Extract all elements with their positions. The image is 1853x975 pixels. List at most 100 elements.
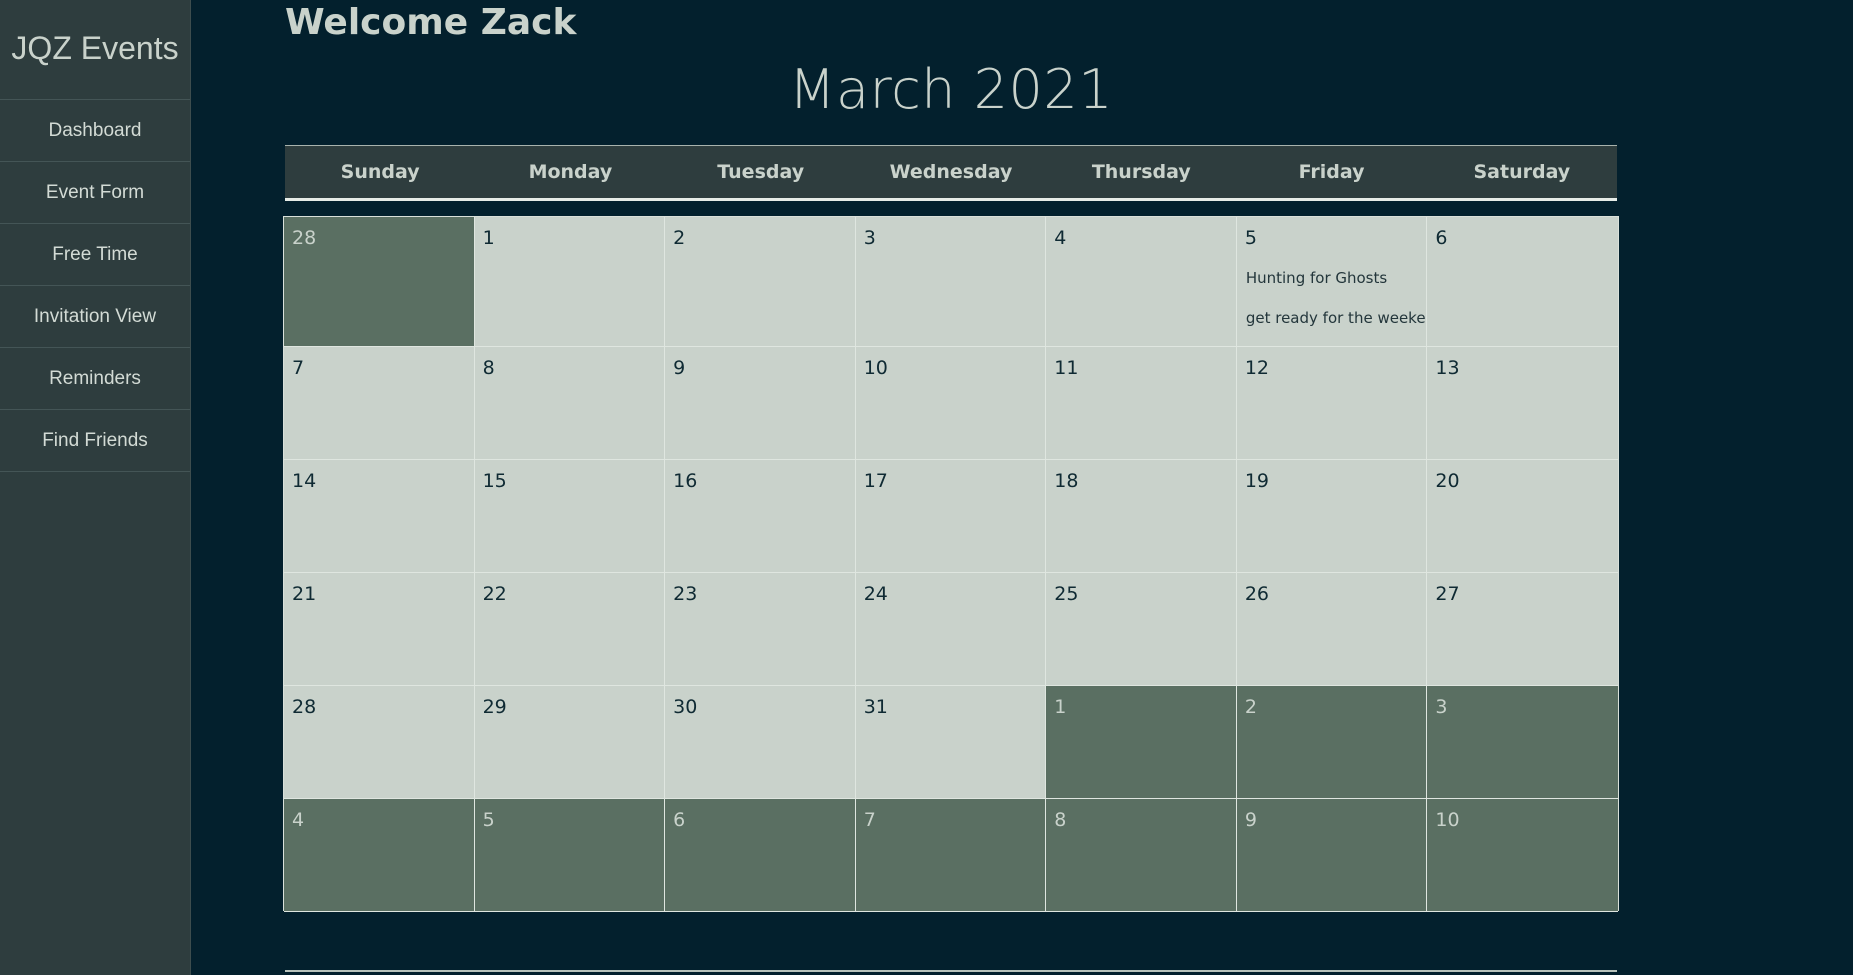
- calendar-day-cell[interactable]: 30: [665, 686, 856, 799]
- calendar-day-cell[interactable]: 26: [1236, 573, 1428, 686]
- day-number: 16: [673, 470, 698, 492]
- calendar-day-cell[interactable]: 24: [855, 573, 1047, 686]
- calendar-day-cell[interactable]: 22: [474, 573, 666, 686]
- calendar-day-cell[interactable]: 9: [1236, 799, 1428, 912]
- footer-divider: [285, 970, 1617, 972]
- day-number: 3: [1435, 696, 1448, 718]
- calendar-day-cell[interactable]: 6: [1427, 217, 1618, 347]
- day-number: 28: [292, 696, 317, 718]
- month-title: March 2021: [788, 58, 1114, 121]
- day-number: 25: [1054, 583, 1079, 605]
- calendar-day-cell[interactable]: 9: [665, 347, 856, 460]
- calendar-day-cell[interactable]: 6: [665, 799, 856, 912]
- calendar-day-cell[interactable]: 31: [855, 686, 1047, 799]
- calendar-day-cell[interactable]: 12: [1236, 347, 1428, 460]
- day-number: 14: [292, 470, 317, 492]
- calendar-grid: 28 1 2 3 4 5 Hunting for Ghosts get ready for t…: [283, 216, 1619, 912]
- calendar-day-cell[interactable]: 23: [665, 573, 856, 686]
- day-number: 17: [863, 470, 888, 492]
- calendar-day-cell[interactable]: 25: [1046, 573, 1237, 686]
- calendar-day-cell[interactable]: 11: [1046, 347, 1237, 460]
- calendar-day-cell[interactable]: 21: [284, 573, 475, 686]
- day-number: 23: [673, 583, 698, 605]
- calendar-day-cell[interactable]: 5 Hunting for Ghosts get ready for the wee…: [1236, 217, 1428, 347]
- calendar-day-cell[interactable]: 8: [474, 347, 666, 460]
- weekday-wednesday: Wednesday: [889, 161, 1013, 183]
- day-number: 20: [1435, 470, 1460, 492]
- day-number: 5: [482, 809, 495, 831]
- day-number: 19: [1244, 470, 1270, 492]
- day-number: 10: [863, 357, 888, 379]
- day-number: 7: [292, 357, 305, 379]
- calendar-day-cell[interactable]: 1: [474, 217, 666, 347]
- calendar-day-cell[interactable]: 14: [284, 460, 475, 573]
- calendar-day-cell[interactable]: 1: [1046, 686, 1237, 799]
- calendar-day-cell[interactable]: 27: [1427, 573, 1618, 686]
- day-number: 2: [673, 227, 686, 249]
- calendar-day-cell[interactable]: 7: [284, 347, 475, 460]
- day-number: 21: [292, 583, 317, 605]
- nav-find-friends[interactable]: Find Friends: [0, 410, 190, 472]
- calendar-day-cell[interactable]: 3: [1427, 686, 1618, 799]
- calendar-day-cell[interactable]: 3: [855, 217, 1047, 347]
- day-number: 29: [482, 696, 507, 718]
- day-number: 1: [1054, 696, 1067, 718]
- event-item[interactable]: get ready for the weekend: [1246, 309, 1427, 327]
- calendar-day-cell[interactable]: 18: [1046, 460, 1237, 573]
- day-number: 11: [1054, 357, 1079, 379]
- calendar-day-cell[interactable]: 10: [1427, 799, 1618, 912]
- calendar-day-cell[interactable]: 2: [665, 217, 856, 347]
- day-number: 8: [1054, 809, 1067, 831]
- calendar-day-cell[interactable]: 28: [284, 686, 475, 799]
- weekday-monday: Monday: [528, 161, 613, 183]
- calendar-day-cell[interactable]: 5: [474, 799, 666, 912]
- calendar-day-cell[interactable]: 4: [284, 799, 475, 912]
- weekday-tuesday: Tuesday: [717, 161, 805, 183]
- day-number: 24: [863, 583, 888, 605]
- welcome-heading: Welcome Zack: [285, 2, 577, 43]
- calendar-day-cell[interactable]: 29: [474, 686, 666, 799]
- calendar-day-cell[interactable]: 19: [1236, 460, 1428, 573]
- day-number: 2: [1244, 696, 1257, 718]
- calendar-day-cell[interactable]: 17: [855, 460, 1047, 573]
- brand-title[interactable]: JQZ Events: [0, 0, 190, 100]
- day-number: 9: [673, 357, 686, 379]
- calendar-day-cell[interactable]: 16: [665, 460, 856, 573]
- day-number: 12: [1244, 357, 1270, 379]
- weekday-header: Sunday Monday Tuesday Wednesday Thursday…: [285, 145, 1617, 201]
- calendar-day-cell[interactable]: 13: [1427, 347, 1618, 460]
- day-number: 31: [863, 696, 888, 718]
- nav-dashboard[interactable]: Dashboard: [0, 100, 190, 162]
- weekday-sunday: Sunday: [340, 161, 420, 183]
- event-item[interactable]: Hunting for Ghosts: [1246, 269, 1387, 287]
- weekday-saturday: Saturday: [1473, 161, 1571, 183]
- calendar-day-cell[interactable]: 15: [474, 460, 666, 573]
- day-number: 10: [1435, 809, 1460, 831]
- day-number: 15: [482, 470, 507, 492]
- calendar-day-cell[interactable]: 7: [855, 799, 1047, 912]
- day-number: 26: [1244, 583, 1270, 605]
- day-number: 1: [482, 227, 495, 249]
- calendar-day-cell[interactable]: 4: [1046, 217, 1237, 347]
- calendar-day-cell[interactable]: 28: [284, 217, 475, 347]
- calendar-day-cell[interactable]: 20: [1427, 460, 1618, 573]
- day-number: 4: [1054, 227, 1067, 249]
- calendar-day-cell[interactable]: 2: [1236, 686, 1428, 799]
- day-number: 3: [863, 227, 876, 249]
- weekday-friday: Friday: [1298, 161, 1365, 183]
- day-number: 28: [292, 227, 317, 249]
- day-number: 22: [482, 583, 507, 605]
- day-number: 6: [1435, 227, 1448, 249]
- day-number: 4: [292, 809, 305, 831]
- weekday-thursday: Thursday: [1091, 161, 1191, 183]
- calendar-day-cell[interactable]: 10: [855, 347, 1047, 460]
- sidebar: JQZ Events Dashboard Event Form Free Tim…: [0, 0, 191, 975]
- day-number: 9: [1244, 809, 1257, 831]
- day-number: 8: [482, 357, 495, 379]
- nav-event-form[interactable]: Event Form: [0, 162, 190, 224]
- nav-invitation-view[interactable]: Invitation View: [0, 286, 190, 348]
- nav-reminders[interactable]: Reminders: [0, 348, 190, 410]
- calendar-day-cell[interactable]: 8: [1046, 799, 1237, 912]
- day-number: 13: [1435, 357, 1460, 379]
- nav-free-time[interactable]: Free Time: [0, 224, 190, 286]
